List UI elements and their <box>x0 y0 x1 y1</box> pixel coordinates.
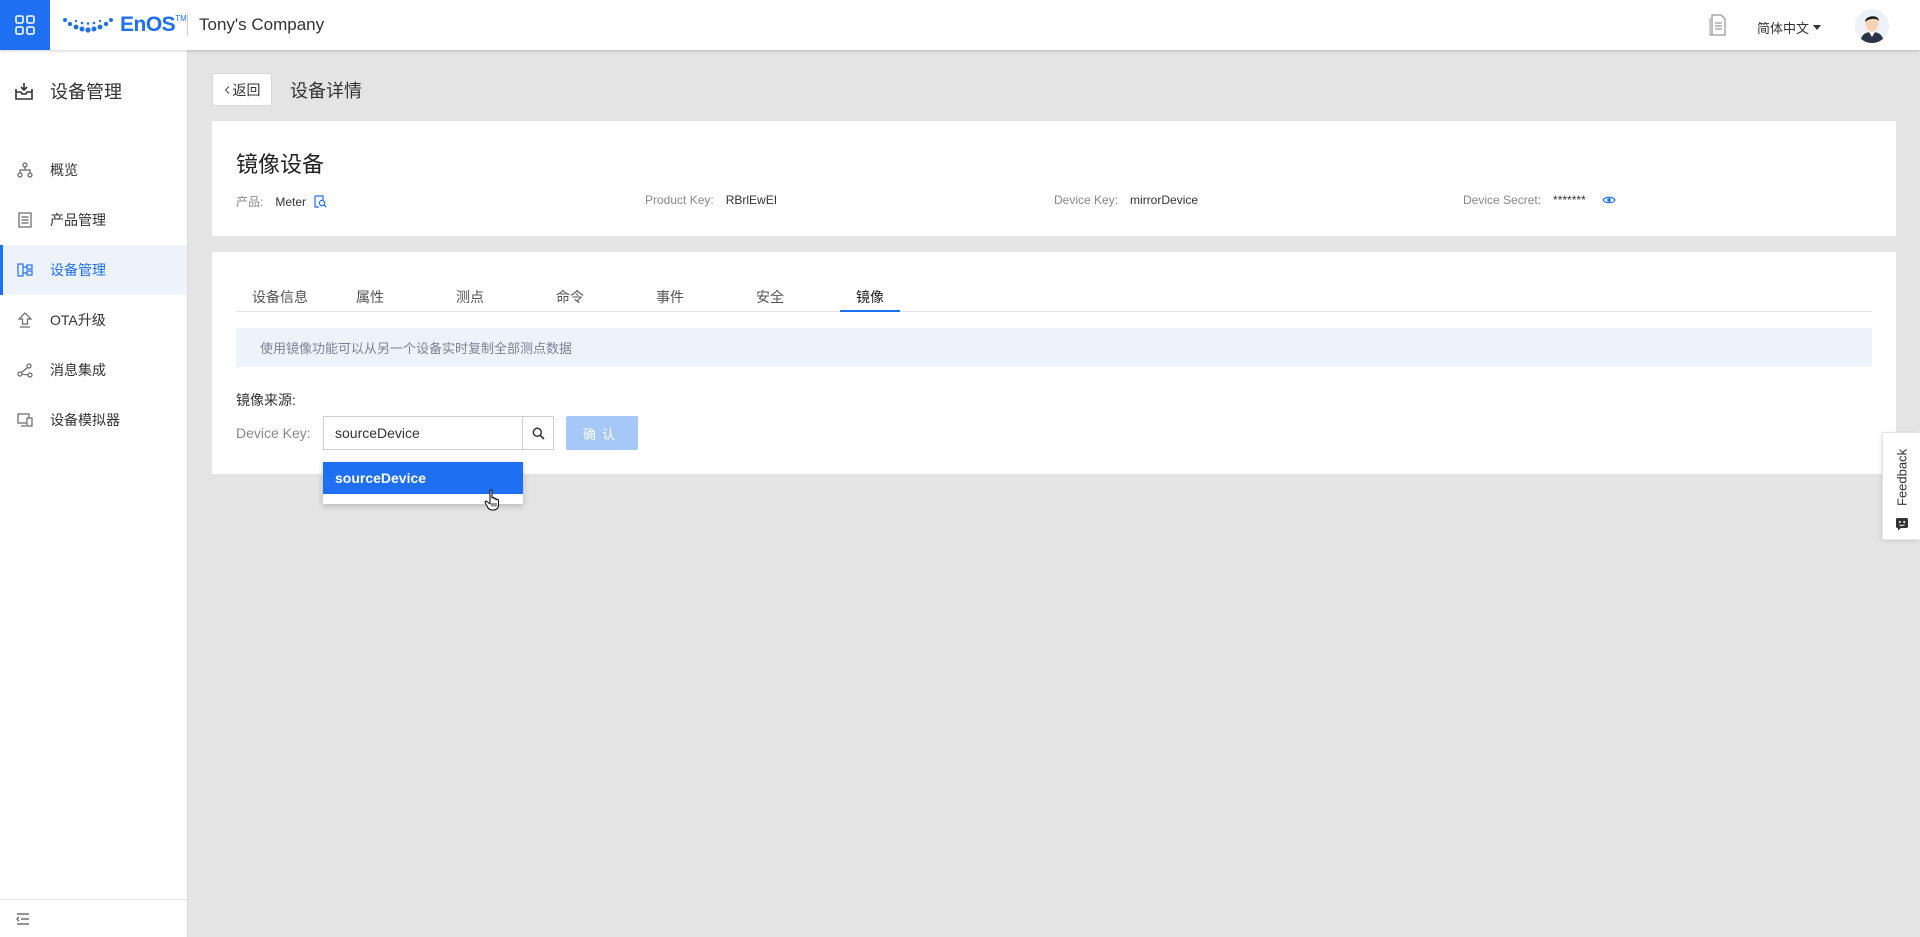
product-value: Meter <box>275 194 307 209</box>
device-summary-card: 镜像设备 产品: Meter Product Key: RBrlEwEI Dev… <box>212 121 1896 236</box>
tab-measurement-points[interactable]: 测点 <box>440 287 500 312</box>
list-icon <box>16 212 34 228</box>
sidebar-item-devices[interactable]: 设备管理 <box>0 245 187 295</box>
device-name: 镜像设备 <box>236 152 325 177</box>
sidebar-item-label: 概览 <box>50 162 78 178</box>
back-button[interactable]: 返回 <box>212 73 272 106</box>
simulator-icon <box>16 412 34 428</box>
mirror-device-key-label: Device Key: <box>236 425 311 441</box>
back-button-label: 返回 <box>232 81 261 98</box>
sidebar-item-overview[interactable]: 概览 <box>0 145 187 195</box>
tab-device-info[interactable]: 设备信息 <box>236 287 324 312</box>
share-icon <box>16 362 34 378</box>
enos-logo[interactable]: EnOS TM <box>62 12 187 38</box>
search-icon <box>532 427 545 440</box>
device-detail-panel: 设备信息 属性 测点 命令 事件 安全 镜像 使用镜像功能可以从另一个设备实时复… <box>212 252 1896 474</box>
inbox-icon <box>14 81 34 101</box>
view-product-icon[interactable] <box>314 195 327 208</box>
device-secret-value: ******* <box>1553 193 1586 207</box>
sidebar-title: 设备管理 <box>14 78 122 104</box>
sidebar-item-products[interactable]: 产品管理 <box>0 195 187 245</box>
mirror-source-label: 镜像来源: <box>236 392 296 408</box>
collapse-menu-icon <box>16 912 29 925</box>
hierarchy-icon <box>16 162 34 178</box>
sidebar-item-label: 设备模拟器 <box>50 412 120 428</box>
feedback-label: Feedback <box>1894 448 1910 506</box>
product-key-value: RBrlEwEI <box>725 193 778 207</box>
sidebar-item-simulator[interactable]: 设备模拟器 <box>0 395 187 445</box>
sidebar-title-label: 设备管理 <box>50 82 122 102</box>
logo-divider <box>187 14 188 36</box>
device-key-search-input[interactable] <box>323 416 523 450</box>
search-button[interactable] <box>522 416 554 450</box>
device-key-value: mirrorDevice <box>1130 193 1199 207</box>
tab-mirror[interactable]: 镜像 <box>840 287 900 312</box>
device-key-field: Device Key: mirrorDevice <box>1054 193 1198 207</box>
company-name: Tony's Company <box>199 15 325 34</box>
sidebar-item-label: 产品管理 <box>50 212 106 228</box>
mirror-notice: 使用镜像功能可以从另一个设备实时复制全部测点数据 <box>236 328 1872 367</box>
upload-icon <box>16 312 34 328</box>
product-key-label: Product Key: <box>645 193 714 207</box>
logo-trademark: TM <box>175 13 187 23</box>
confirm-button[interactable]: 确认 <box>566 416 638 450</box>
feedback-button[interactable]: Feedback <box>1882 432 1920 540</box>
feedback-icon <box>1896 518 1908 531</box>
sidebar-item-ota[interactable]: OTA升级 <box>0 295 187 345</box>
tab-security[interactable]: 安全 <box>740 287 800 312</box>
caret-down-icon <box>1813 24 1822 30</box>
top-bar: EnOS TM Tony's Company 简体中文 <box>0 0 1920 50</box>
tab-attributes[interactable]: 属性 <box>340 287 400 312</box>
product-label: 产品: <box>236 195 264 209</box>
eye-icon[interactable] <box>1602 195 1616 205</box>
tab-commands[interactable]: 命令 <box>540 287 600 312</box>
document-icon[interactable] <box>1709 14 1727 39</box>
sidebar-item-label: 消息集成 <box>50 362 106 378</box>
app-switcher-button[interactable] <box>0 0 50 50</box>
device-secret-label: Device Secret: <box>1463 193 1542 207</box>
sidebar: 设备管理 概览 产品管理 设备管理 OTA升级 消息集成 设备模拟器 <box>0 50 188 937</box>
language-label: 简体中文 <box>1757 21 1810 36</box>
grid-icon <box>15 15 35 35</box>
device-icon <box>16 262 34 278</box>
page-title: 设备详情 <box>290 81 362 101</box>
device-key-label: Device Key: <box>1054 193 1119 207</box>
chevron-left-icon <box>224 85 229 94</box>
product-field: 产品: Meter <box>236 193 327 210</box>
sidebar-item-message-integration[interactable]: 消息集成 <box>0 345 187 395</box>
tab-events[interactable]: 事件 <box>640 287 700 312</box>
hand-cursor-icon <box>484 489 502 514</box>
enos-logo-icon <box>63 18 113 33</box>
avatar[interactable] <box>1855 9 1889 43</box>
enos-logo-text: EnOS <box>120 13 176 36</box>
sidebar-item-label: OTA升级 <box>50 312 106 328</box>
device-secret-field: Device Secret: ******* <box>1463 193 1616 207</box>
tab-bar: 设备信息 属性 测点 命令 事件 安全 镜像 <box>236 287 1872 312</box>
product-key-field: Product Key: RBrlEwEI <box>645 193 777 207</box>
language-selector[interactable]: 简体中文 <box>1757 18 1822 37</box>
sidebar-collapse-button[interactable] <box>0 899 187 937</box>
sidebar-item-label: 设备管理 <box>50 262 106 278</box>
